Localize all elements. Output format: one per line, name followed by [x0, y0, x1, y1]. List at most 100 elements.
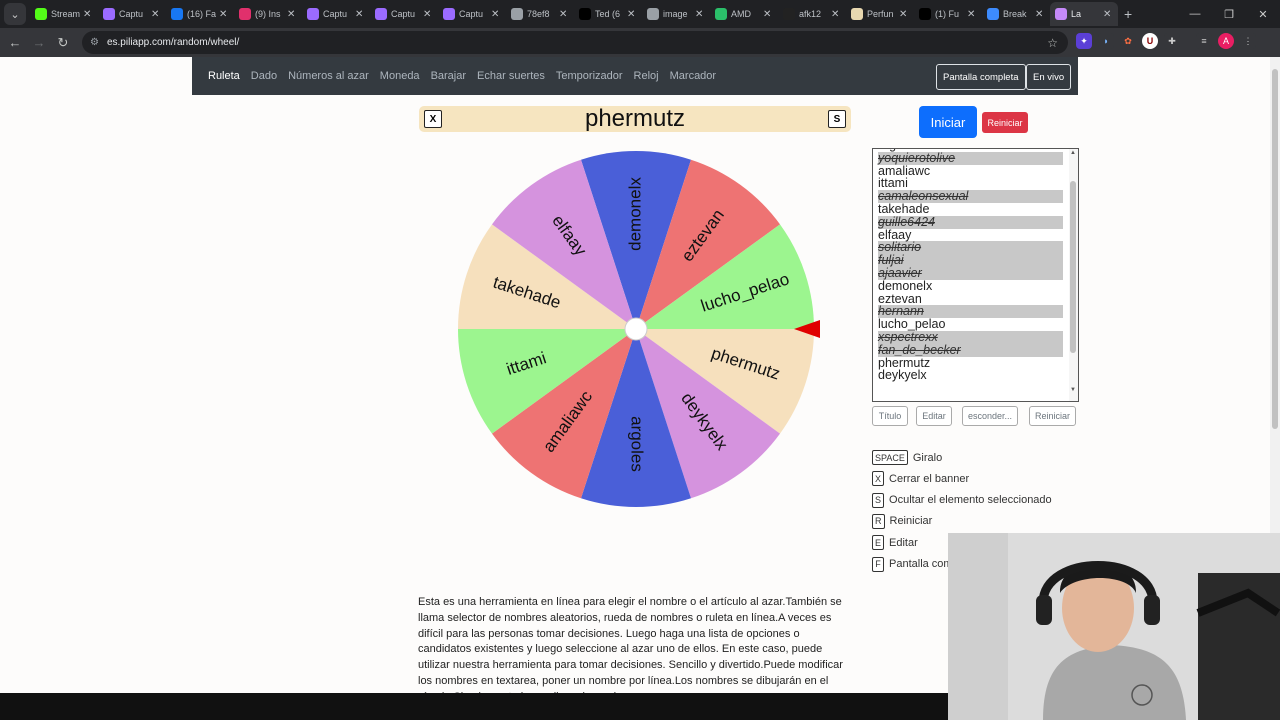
tab-close-icon[interactable]: ✕ — [423, 9, 433, 20]
wheel-segment-label: demonelx — [625, 177, 644, 251]
browser-tab[interactable]: (1) Fu ✕ — [914, 2, 982, 26]
shortcut-row: X Cerrar el banner — [872, 471, 969, 487]
nav-link[interactable]: Moneda — [380, 70, 420, 82]
browser-tab[interactable]: (9) Ins ✕ — [234, 2, 302, 26]
tab-favicon-icon — [579, 8, 591, 20]
address-bar[interactable]: ⚙ es.piliapp.com/random/wheel/ ☆ — [82, 31, 1068, 54]
extension-icon[interactable]: ◗ — [1098, 33, 1114, 49]
tab-favicon-icon — [307, 8, 319, 20]
forward-icon[interactable]: → — [27, 35, 51, 50]
list-item: yoquierotolive — [878, 151, 1063, 165]
tab-close-icon[interactable]: ✕ — [151, 9, 161, 20]
tab-close-icon[interactable]: ✕ — [219, 9, 229, 20]
extension-icon[interactable]: ✿ — [1120, 33, 1136, 49]
browser-tab[interactable]: Break ✕ — [982, 2, 1050, 26]
ublock-icon[interactable]: U — [1142, 33, 1158, 49]
nav-link[interactable]: Temporizador — [556, 70, 623, 82]
browser-tab[interactable]: Perfun ✕ — [846, 2, 914, 26]
hide-selected-button[interactable]: S — [828, 110, 846, 128]
tab-search-icon[interactable]: ⌄ — [4, 3, 26, 25]
restore-icon[interactable]: ❐ — [1212, 8, 1246, 21]
browser-tab[interactable]: Ted (6 ✕ — [574, 2, 642, 26]
list-item: fan_de_becker — [878, 343, 1063, 357]
browser-tab[interactable]: La ✕ — [1050, 2, 1118, 26]
minimize-icon[interactable]: — — [1178, 8, 1212, 20]
shortcut-label: Pantalla com — [889, 558, 953, 570]
tab-favicon-icon — [851, 8, 863, 20]
browser-tab[interactable]: 78ef8 ✕ — [506, 2, 574, 26]
browser-tab[interactable]: Captu ✕ — [302, 2, 370, 26]
tab-close-icon[interactable]: ✕ — [287, 9, 297, 20]
browser-tab[interactable]: Captu ✕ — [438, 2, 506, 26]
tab-close-icon[interactable]: ✕ — [1035, 9, 1045, 20]
browser-tab[interactable]: AMD ✕ — [710, 2, 778, 26]
tab-title: afk12 — [799, 9, 822, 19]
webcam-person-image — [948, 533, 1280, 720]
start-button[interactable]: Iniciar — [919, 106, 977, 138]
hide-button[interactable]: esconder... — [962, 406, 1018, 426]
bookmark-star-icon[interactable]: ☆ — [1047, 36, 1058, 50]
textarea-scrollbar[interactable]: ▲ ▼ — [1069, 149, 1078, 401]
shortcut-row: R Reiniciar — [872, 513, 932, 529]
list-item: demonelx — [878, 278, 933, 293]
extensions-area: ✦ ◗ ✿ U ✚ ≡ A ⋮ — [1076, 33, 1256, 49]
nav-link[interactable]: Dado — [251, 70, 277, 82]
description-text: Esta es una herramienta en línea para el… — [418, 596, 843, 693]
tab-close-icon[interactable]: ✕ — [763, 9, 773, 20]
shortcut-row: F Pantalla com — [872, 556, 953, 572]
tab-close-icon[interactable]: ✕ — [559, 9, 569, 20]
list-reset-button[interactable]: Reiniciar — [1029, 406, 1076, 426]
shortcut-row: E Editar — [872, 535, 918, 551]
nav-link[interactable]: Barajar — [431, 70, 466, 82]
tab-close-icon[interactable]: ✕ — [831, 9, 841, 20]
list-item: xspectrexx — [878, 331, 1063, 344]
new-tab-icon[interactable]: + — [1124, 6, 1132, 22]
title-button[interactable]: Título — [872, 406, 908, 426]
tab-close-icon[interactable]: ✕ — [899, 9, 909, 20]
nav-link[interactable]: Echar suertes — [477, 70, 545, 82]
tab-title: La — [1071, 9, 1082, 19]
list-item: guille6424 — [878, 215, 1063, 229]
tab-close-icon[interactable]: ✕ — [1103, 9, 1113, 20]
result-banner: X phermutz S — [419, 105, 851, 132]
fullscreen-button[interactable]: Pantalla completa — [936, 64, 1026, 90]
shortcut-key: R — [872, 513, 885, 529]
menu-icon[interactable]: ⋮ — [1240, 33, 1256, 49]
browser-tab[interactable]: image ✕ — [642, 2, 710, 26]
avatar[interactable]: A — [1218, 33, 1234, 49]
tab-close-icon[interactable]: ✕ — [627, 9, 637, 20]
browser-tab[interactable]: Captu ✕ — [98, 2, 166, 26]
nav-link[interactable]: Ruleta — [208, 70, 240, 82]
browser-tab[interactable]: Stream ✕ — [30, 2, 98, 26]
spin-wheel[interactable]: demonelx eztevanlucho_pelaophermutzdeykye… — [453, 148, 825, 510]
tab-close-icon[interactable]: ✕ — [355, 9, 365, 20]
media-icon[interactable]: ≡ — [1196, 33, 1212, 49]
tab-close-icon[interactable]: ✕ — [967, 9, 977, 20]
tab-title: Captu — [119, 9, 144, 19]
reload-icon[interactable]: ↻ — [51, 35, 75, 51]
browser-tab[interactable]: Captu ✕ — [370, 2, 438, 26]
nav-link[interactable]: Números al azar — [288, 70, 369, 82]
tab-favicon-icon — [647, 8, 659, 20]
nav-link[interactable]: Marcador — [670, 70, 716, 82]
live-button[interactable]: En vivo — [1026, 64, 1072, 90]
tab-favicon-icon — [1055, 8, 1067, 20]
puzzle-icon[interactable]: ✚ — [1164, 33, 1180, 49]
wheel-hub — [624, 317, 648, 341]
site-info-icon[interactable]: ⚙ — [90, 37, 99, 48]
close-window-icon[interactable]: ✕ — [1246, 8, 1280, 21]
tab-title: (1) Fu — [935, 9, 960, 19]
names-textarea[interactable]: argolesyoquierotoliveamaliawcittamicamal… — [872, 148, 1079, 402]
back-icon[interactable]: ← — [3, 35, 27, 50]
tab-close-icon[interactable]: ✕ — [695, 9, 705, 20]
browser-tab[interactable]: (16) Fa ✕ — [166, 2, 234, 26]
edit-button[interactable]: Editar — [916, 406, 952, 426]
extension-icon[interactable]: ✦ — [1076, 33, 1092, 49]
tab-close-icon[interactable]: ✕ — [83, 9, 93, 20]
browser-tab[interactable]: afk12 ✕ — [778, 2, 846, 26]
nav-link[interactable]: Reloj — [634, 70, 659, 82]
reset-button[interactable]: Reiniciar — [982, 112, 1028, 133]
tab-title: Perfun — [867, 9, 894, 19]
close-banner-button[interactable]: X — [424, 110, 442, 128]
tab-close-icon[interactable]: ✕ — [491, 9, 501, 20]
